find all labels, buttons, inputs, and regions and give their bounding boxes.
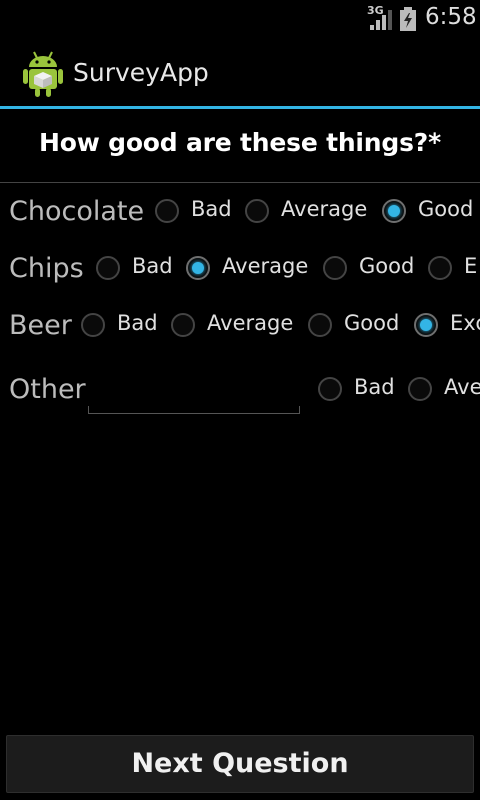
app-title: SurveyApp	[73, 58, 209, 87]
radio-button[interactable]	[323, 256, 347, 280]
next-question-button[interactable]: Next Question	[6, 735, 474, 793]
row-label: Chips	[9, 253, 84, 284]
row-label: Other	[9, 374, 86, 405]
battery-icon	[400, 7, 416, 31]
radio-button-checked[interactable]	[382, 199, 406, 223]
option-label: Bad	[191, 197, 232, 221]
android-app-icon[interactable]	[22, 50, 64, 98]
radio-button-checked[interactable]	[414, 313, 438, 337]
radio-button[interactable]	[245, 199, 269, 223]
row-label: Chocolate	[9, 196, 145, 227]
question-divider	[0, 182, 480, 183]
action-bar: SurveyApp	[0, 38, 480, 106]
option-label: Average	[281, 197, 368, 221]
other-text-field[interactable]	[88, 368, 300, 414]
radio-button[interactable]	[96, 256, 120, 280]
radio-button[interactable]	[171, 313, 195, 337]
option-label: Bad	[132, 254, 173, 278]
question-title: How good are these things?*	[39, 128, 441, 157]
radio-button[interactable]	[308, 313, 332, 337]
survey-row-chips: Chips Bad Average Good E	[0, 253, 480, 303]
option-label: Good	[359, 254, 415, 278]
option-label: Bad	[354, 375, 395, 399]
survey-screen: 3G 6:58 SurveyApp How good are these thi…	[0, 0, 480, 800]
option-label: Average	[222, 254, 309, 278]
option-label: Good	[344, 311, 400, 335]
option-label: Bad	[117, 311, 158, 335]
option-label: Exc	[450, 311, 480, 335]
status-bar: 3G 6:58	[0, 0, 480, 38]
action-bar-divider	[0, 106, 480, 109]
radio-button[interactable]	[155, 199, 179, 223]
radio-button[interactable]	[428, 256, 452, 280]
signal-icon	[370, 10, 392, 30]
option-label: Ave	[444, 375, 480, 399]
radio-button[interactable]	[81, 313, 105, 337]
option-label: Good	[418, 197, 474, 221]
survey-row-beer: Beer Bad Average Good Exc	[0, 310, 480, 360]
survey-row-chocolate: Chocolate Bad Average Good	[0, 196, 480, 246]
row-label: Beer	[9, 310, 72, 341]
text-field-edge	[88, 406, 89, 414]
option-label: E	[464, 254, 478, 278]
radio-button[interactable]	[318, 377, 342, 401]
radio-button-checked[interactable]	[186, 256, 210, 280]
option-label: Average	[207, 311, 294, 335]
clock: 6:58	[425, 4, 477, 30]
radio-button[interactable]	[408, 377, 432, 401]
text-field-edge	[299, 406, 300, 414]
